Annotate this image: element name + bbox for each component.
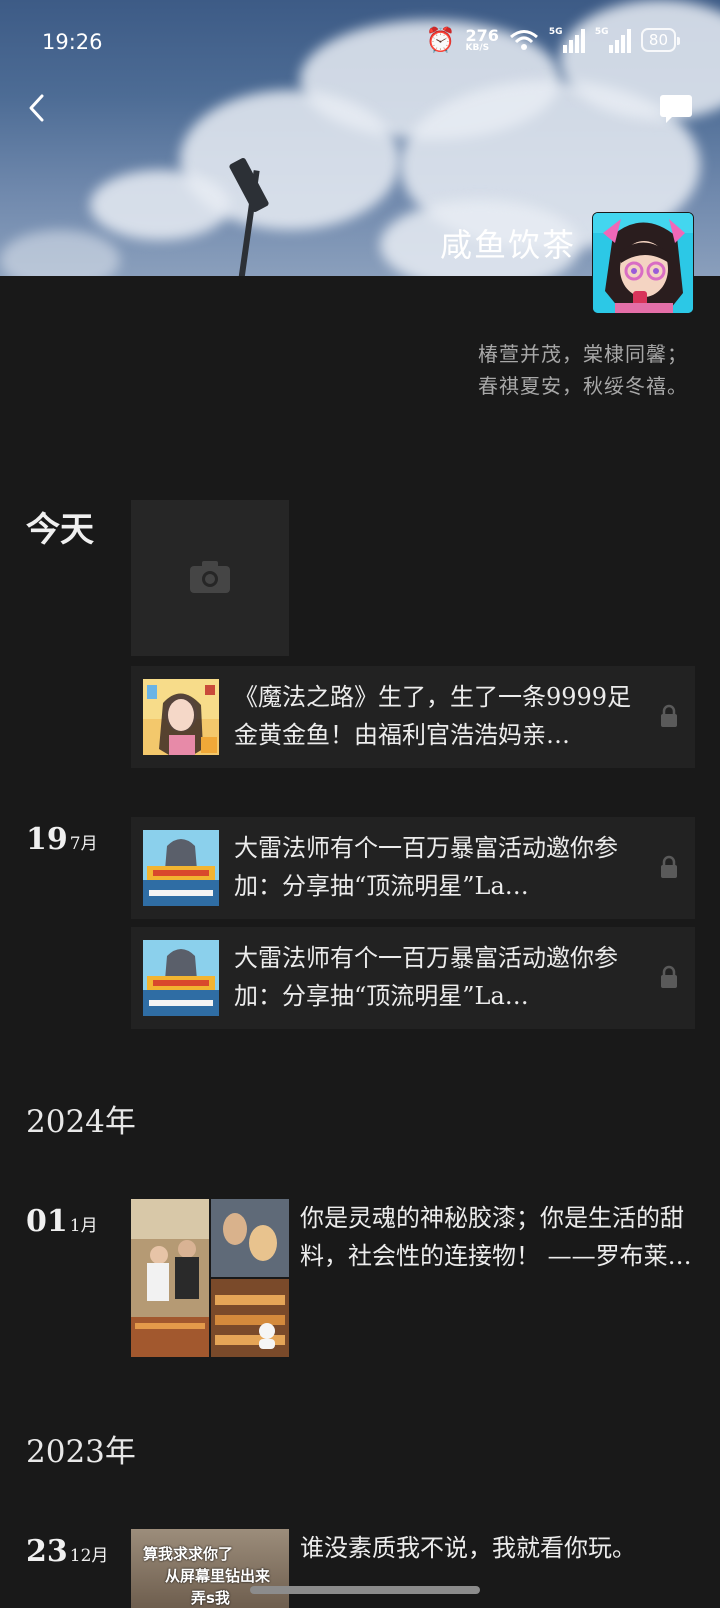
date-day: 23 12月 [26, 1534, 108, 1569]
back-button[interactable] [18, 88, 58, 128]
signal-icon: 5G [549, 27, 585, 53]
battery-icon: 80 [640, 28, 681, 52]
link-thumbnail [143, 940, 219, 1016]
day-number: 23 [26, 1534, 68, 1569]
link-title: 大雷法师有个一百万暴富活动邀你参加：分享抽“顶流明星”La… [234, 944, 618, 1010]
year-label: 2024年 [26, 1104, 136, 1140]
profile-name[interactable]: 咸鱼饮茶 [440, 220, 576, 266]
messages-button[interactable] [658, 92, 694, 126]
thumb-caption: 从屏幕里钻出来 [165, 1567, 271, 1585]
status-bar: 19:26 ⏰ 276 KB/S 5G 5G 80 [0, 22, 720, 62]
month-label: 7月 [69, 834, 98, 854]
comment-icon [660, 95, 692, 123]
home-indicator[interactable] [250, 1586, 480, 1594]
shared-link-card[interactable]: 大雷法师有个一百万暴富活动邀你参加：分享抽“顶流明星”La… [131, 927, 695, 1029]
alarm-icon: ⏰ [425, 26, 456, 54]
chevron-left-icon [29, 94, 44, 122]
profile-signature: 椿萱并茂，棠棣同馨； 春祺夏安，秋绥冬禧。 [478, 338, 688, 402]
date-day: 01 1月 [26, 1204, 98, 1239]
post-text[interactable]: 谁没素质我不说，我就看你玩。 [300, 1529, 692, 1567]
day-number: 01 [26, 1204, 68, 1239]
wifi-icon [509, 29, 539, 51]
post-photo-button[interactable] [131, 500, 289, 656]
thumb-caption: 算我求求你了 [143, 1545, 234, 1563]
status-time: 19:26 [42, 30, 103, 54]
network-speed: 276 KB/S [465, 25, 499, 53]
month-label: 1月 [69, 1216, 98, 1236]
signature-line: 椿萱并茂，棠棣同馨； [478, 342, 688, 366]
avatar[interactable] [592, 212, 694, 314]
lock-icon [661, 855, 677, 878]
day-number: 19 [26, 822, 68, 857]
post-text[interactable]: 你是灵魂的神秘胶漆；你是生活的甜料，社会性的连接物！ ——罗布莱… [300, 1199, 692, 1275]
camera-icon [190, 561, 230, 593]
signal-icon: 5G [595, 27, 631, 53]
photo-thumbnail[interactable]: 算我求求你了 从屏幕里钻出来 弄s我 [131, 1529, 289, 1608]
date-today: 今天 [26, 510, 94, 550]
lock-icon [661, 965, 677, 988]
thumb-caption: 弄s我 [191, 1589, 230, 1607]
link-title: 大雷法师有个一百万暴富活动邀你参加：分享抽“顶流明星”La… [234, 834, 618, 900]
year-label: 2023年 [26, 1434, 136, 1470]
signature-line: 春祺夏安，秋绥冬禧。 [478, 374, 688, 398]
month-label: 12月 [69, 1546, 109, 1566]
link-title: 《魔法之路》生了，生了一条9999足金黄金鱼！由福利官浩浩妈亲… [234, 683, 632, 749]
date-day: 19 7月 [26, 822, 98, 857]
shared-link-card[interactable]: 大雷法师有个一百万暴富活动邀你参加：分享抽“顶流明星”La… [131, 817, 695, 919]
shared-link-card[interactable]: 《魔法之路》生了，生了一条9999足金黄金鱼！由福利官浩浩妈亲… [131, 666, 695, 768]
lock-icon [661, 704, 677, 727]
photo-grid[interactable] [131, 1199, 289, 1357]
link-thumbnail [143, 830, 219, 906]
link-thumbnail [143, 679, 219, 755]
